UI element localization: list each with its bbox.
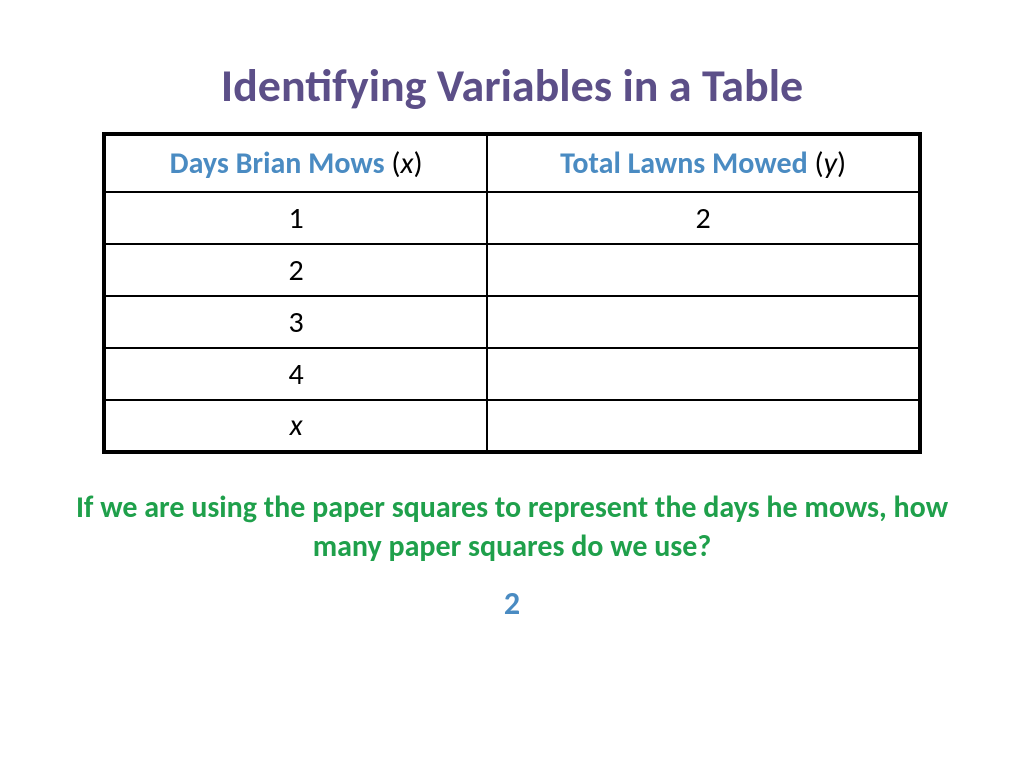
cell-x: 2: [104, 244, 487, 296]
question-text: If we are using the paper squares to rep…: [62, 488, 962, 566]
table-header-row: Days Brian Mows (x) Total Lawns Mowed (y…: [104, 134, 920, 192]
page-title: Identifying Variables in a Table: [0, 58, 1024, 114]
column-header-y: Total Lawns Mowed (y): [487, 134, 920, 192]
column-header-y-var: (y): [814, 145, 846, 182]
table-row: x: [104, 400, 920, 452]
column-header-y-label: Total Lawns Mowed: [560, 145, 808, 182]
column-header-x-label: Days Brian Mows: [170, 145, 385, 182]
answer-text: 2: [0, 584, 1024, 623]
table-row: 1 2: [104, 192, 920, 244]
table-row: 3: [104, 296, 920, 348]
cell-y: [487, 400, 920, 452]
cell-y: [487, 244, 920, 296]
data-table: Days Brian Mows (x) Total Lawns Mowed (y…: [102, 132, 922, 454]
cell-x: 1: [104, 192, 487, 244]
slide: Identifying Variables in a Table Days Br…: [0, 0, 1024, 768]
column-header-x-var: (x): [391, 145, 422, 182]
column-header-x: Days Brian Mows (x): [104, 134, 487, 192]
table-row: 2: [104, 244, 920, 296]
cell-y: [487, 296, 920, 348]
cell-y: 2: [487, 192, 920, 244]
cell-y: [487, 348, 920, 400]
data-table-wrap: Days Brian Mows (x) Total Lawns Mowed (y…: [102, 132, 922, 454]
table-row: 4: [104, 348, 920, 400]
cell-x-variable: x: [104, 400, 487, 452]
cell-x: 4: [104, 348, 487, 400]
cell-x: 3: [104, 296, 487, 348]
